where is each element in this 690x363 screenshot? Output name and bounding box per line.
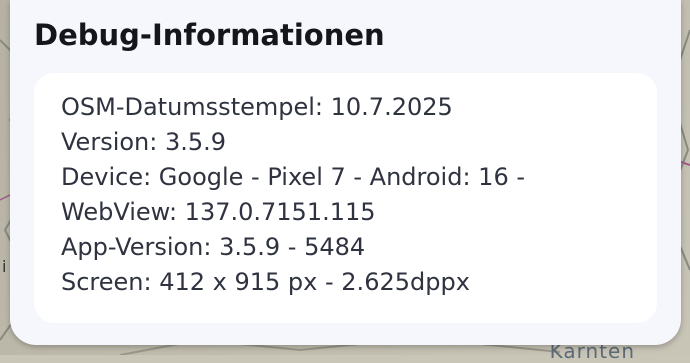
osm-timestamp-line: OSM-Datumsstempel: 10.7.2025	[61, 93, 453, 121]
version-line: Version: 3.5.9	[61, 128, 227, 156]
map-edge-letter: i	[2, 257, 7, 276]
webview-line: WebView: 137.0.7151.115	[61, 198, 376, 226]
dialog-title: Debug-Informationen	[34, 18, 385, 52]
debug-info-card: OSM-Datumsstempel: 10.7.2025 Version: 3.…	[34, 73, 657, 323]
app-version-line: App-Version: 3.5.9 - 5484	[61, 233, 366, 261]
screen-line: Screen: 412 x 915 px - 2.625dppx	[61, 268, 470, 296]
debug-info-dialog: Debug-Informationen OSM-Datumsstempel: 1…	[10, 0, 681, 345]
device-line: Device: Google - Pixel 7 - Android: 16 -	[61, 163, 526, 191]
